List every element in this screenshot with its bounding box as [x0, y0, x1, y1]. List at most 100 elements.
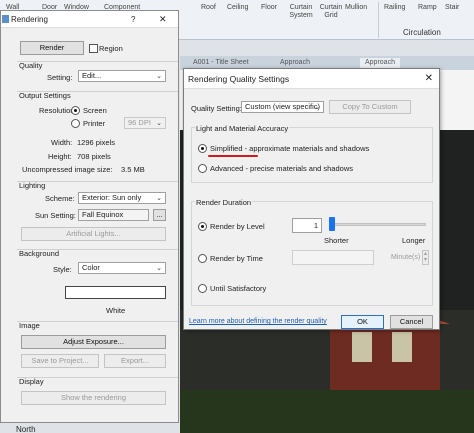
ribbon-panel-circulation: Circulation	[403, 28, 441, 37]
image-group	[17, 321, 178, 322]
width-value: 1296 pixels	[77, 138, 115, 147]
export-button[interactable]: Export...	[104, 354, 166, 368]
help-icon[interactable]: ?	[131, 11, 135, 28]
advanced-radio[interactable]	[198, 164, 207, 173]
render-by-time-radio[interactable]	[198, 254, 207, 263]
copy-to-custom-button[interactable]: Copy To Custom	[329, 100, 411, 114]
render-by-time-label: Render by Time	[210, 254, 263, 263]
level-slider-thumb[interactable]	[329, 217, 335, 231]
render-by-level-radio[interactable]	[198, 222, 207, 231]
background-style-label: Style:	[53, 265, 72, 274]
ribbon-ramp[interactable]: Ramp	[418, 4, 437, 12]
ribbon-floor[interactable]: Floor	[261, 4, 277, 12]
screen-radio[interactable]	[71, 106, 80, 115]
ribbon-ceiling[interactable]: Ceiling	[227, 4, 248, 12]
annotation-underline	[208, 155, 258, 157]
time-stepper[interactable]: ▴ ▾	[422, 250, 429, 265]
show-rendering-button[interactable]: Show the rendering	[21, 391, 166, 405]
quality-dialog-title: Rendering Quality Settings	[188, 74, 290, 84]
height-value: 708 pixels	[77, 152, 111, 161]
region-label: Region	[99, 44, 123, 53]
simplified-radio[interactable]	[198, 144, 207, 153]
advanced-label: Advanced - precise materials and shadows	[210, 164, 353, 173]
ribbon-curtain-grid[interactable]: Curtain Grid	[318, 4, 344, 20]
lighting-scheme-value: Exterior: Sun only	[82, 193, 142, 202]
background-color-swatch[interactable]	[65, 286, 166, 299]
screen-label: Screen	[83, 106, 107, 115]
viewport-ground	[180, 390, 474, 433]
accuracy-group-label: Light and Material Accuracy	[195, 124, 290, 133]
sun-setting-label: Sun Setting:	[35, 211, 76, 220]
chevron-down-icon: ⌄	[156, 120, 162, 127]
quality-setting-label: Setting:	[47, 73, 73, 82]
rendering-dialog-icon	[2, 15, 9, 23]
learn-more-link[interactable]: Learn more about defining the render qua…	[189, 318, 327, 325]
printer-radio[interactable]	[71, 119, 80, 128]
dpi-value: 96 DPI	[128, 118, 151, 127]
simplified-label: Simplified - approximate materials and s…	[210, 144, 370, 153]
until-satisfactory-label: Until Satisfactory	[210, 284, 267, 293]
render-button[interactable]: Render	[20, 41, 84, 55]
level-input[interactable]: 1	[292, 218, 322, 233]
background-style-select[interactable]: Color ⌄	[78, 262, 166, 274]
quality-setting-value: Edit...	[82, 71, 102, 80]
chevron-down-icon: ⌄	[156, 195, 162, 202]
artificial-lights-button[interactable]: Artificial Lights...	[21, 227, 166, 241]
render-duration-group-label: Render Duration	[195, 198, 253, 207]
quality-setting-value: Custom (view specific)	[245, 102, 321, 111]
image-size-value: 3.5 MB	[121, 165, 145, 174]
house-window	[392, 332, 412, 362]
chevron-down-icon: ⌄	[314, 104, 320, 111]
ribbon-roof[interactable]: Roof	[201, 4, 216, 12]
house-model	[330, 320, 440, 400]
display-group-label: Display	[19, 377, 44, 386]
longer-label: Longer	[402, 236, 426, 245]
output-settings-group-label: Output Settings	[19, 91, 71, 100]
quality-dialog-titlebar[interactable]: Rendering Quality Settings ✕	[184, 69, 439, 89]
cancel-button[interactable]: Cancel	[390, 315, 433, 329]
background-style-value: Color	[82, 263, 100, 272]
background-group-label: Background	[19, 249, 60, 258]
compass-label: North	[16, 425, 36, 433]
sun-setting-field: Fall Equinox	[78, 209, 149, 221]
image-size-label: Uncompressed image size:	[22, 165, 113, 174]
height-label: Height:	[48, 152, 72, 161]
dpi-select[interactable]: 96 DPI ⌄	[124, 117, 166, 129]
width-label: Width:	[51, 138, 73, 147]
sun-setting-browse-button[interactable]: ...	[153, 209, 166, 221]
rendering-dialog-titlebar[interactable]: Rendering ? ✕	[1, 11, 178, 28]
ribbon-stair[interactable]: Stair	[445, 4, 459, 12]
lighting-scheme-select[interactable]: Exterior: Sun only ⌄	[78, 192, 166, 204]
save-to-project-button[interactable]: Save to Project...	[21, 354, 99, 368]
render-by-level-label: Render by Level	[210, 222, 265, 231]
time-input[interactable]	[292, 250, 374, 265]
quality-group-label: Quality	[19, 61, 43, 70]
quality-setting-select[interactable]: Custom (view specific) ⌄	[241, 101, 324, 113]
close-icon[interactable]: ✕	[159, 11, 167, 28]
lighting-group-label: Lighting	[19, 181, 46, 190]
rendering-dialog-title: Rendering	[11, 15, 48, 24]
printer-label: Printer	[83, 119, 106, 128]
time-unit-label: Minute(s)	[391, 254, 421, 261]
quality-setting-select[interactable]: Edit... ⌄	[78, 70, 166, 82]
ribbon-separator	[378, 2, 379, 38]
close-icon[interactable]: ✕	[425, 69, 433, 89]
region-checkbox[interactable]	[89, 44, 98, 53]
ribbon-curtain-system[interactable]: Curtain System	[287, 4, 315, 20]
house-window	[352, 332, 372, 362]
rendering-quality-dialog: Rendering Quality Settings ✕ Quality Set…	[183, 68, 440, 330]
scheme-label: Scheme:	[45, 194, 75, 203]
chevron-down-icon: ⌄	[156, 265, 162, 272]
ribbon-railing[interactable]: Railing	[384, 4, 405, 12]
adjust-exposure-button[interactable]: Adjust Exposure...	[21, 335, 166, 349]
chevron-down-icon: ⌄	[156, 73, 162, 80]
ribbon-mullion[interactable]: Mullion	[345, 4, 367, 12]
rendering-dialog: Rendering ? ✕ Render Region Quality Sett…	[0, 10, 179, 423]
background-color-name: White	[106, 306, 126, 315]
ok-button[interactable]: OK	[341, 315, 384, 329]
quality-setting-label: Quality Setting:	[191, 104, 242, 113]
until-satisfactory-radio[interactable]	[198, 284, 207, 293]
shorter-label: Shorter	[324, 236, 349, 245]
image-group-label: Image	[19, 321, 40, 330]
level-slider-track[interactable]	[329, 223, 426, 226]
